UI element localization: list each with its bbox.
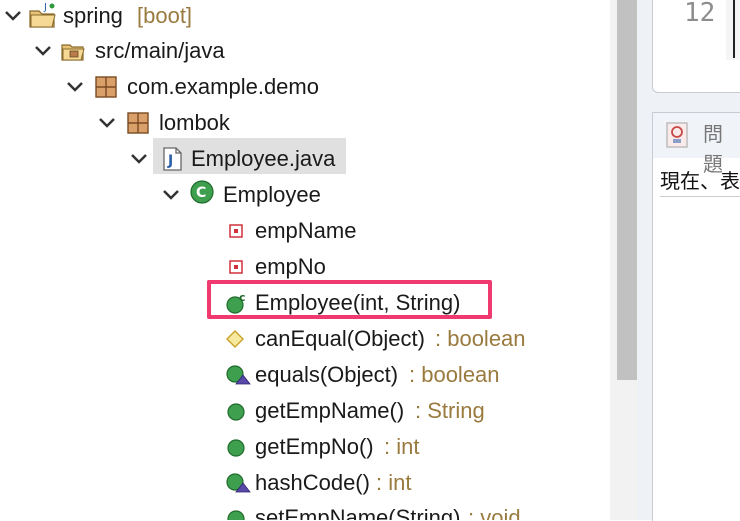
method-return-type: : int <box>384 434 420 459</box>
java-file-icon: J <box>163 147 182 171</box>
class-icon: C <box>190 180 214 204</box>
method-return-type: : String <box>415 398 485 423</box>
method-return-type: : void <box>468 505 521 520</box>
tree-item-method[interactable]: setEmpName(String) : void <box>0 500 610 520</box>
package-icon <box>95 76 117 98</box>
java-file-label: Employee.java <box>191 146 336 171</box>
method-label: equals(Object) <box>255 362 399 387</box>
method-return-type: : boolean <box>435 326 526 351</box>
method-label: getEmpName() <box>255 398 405 423</box>
constructor-highlight-box <box>207 280 492 319</box>
package-icon <box>127 112 149 134</box>
project-name: spring <box>63 3 123 28</box>
public-method-icon <box>227 510 245 520</box>
chevron-down-icon[interactable] <box>64 69 86 105</box>
tree-item-method[interactable]: getEmpNo() : int <box>0 429 610 465</box>
project-meta: [boot] <box>137 3 193 28</box>
package-label: lombok <box>159 110 230 135</box>
chevron-down-icon[interactable] <box>2 0 24 34</box>
method-label: canEqual(Object) <box>255 326 425 351</box>
chevron-down-icon[interactable] <box>32 33 54 69</box>
private-field-icon <box>229 224 243 238</box>
protected-method-icon <box>226 330 244 348</box>
chevron-down-icon[interactable] <box>160 177 182 213</box>
tree-item-project[interactable]: J spring [boot] <box>0 0 610 34</box>
class-label: Employee <box>223 182 321 207</box>
source-folder-label: src/main/java <box>95 38 225 63</box>
java-project-icon: J <box>29 2 56 28</box>
tree-item-class[interactable]: C Employee <box>0 177 610 213</box>
tree-item-java-file[interactable]: J Employee.java <box>0 141 610 177</box>
package-label: com.example.demo <box>127 74 319 99</box>
problems-message: 現在、表 <box>660 166 740 197</box>
tree-item-package-lombok[interactable]: lombok <box>0 105 610 141</box>
svg-text:C: C <box>196 185 206 201</box>
method-label: hashCode() <box>255 470 370 495</box>
svg-text:J: J <box>43 2 47 13</box>
override-method-icon <box>226 473 251 493</box>
text-caret <box>733 0 735 58</box>
package-explorer-tree: J spring [boot] src/main/java com.exampl… <box>0 0 610 520</box>
field-label: empName <box>255 218 357 243</box>
tree-item-field[interactable]: empName <box>0 213 610 249</box>
source-folder-icon <box>61 44 85 61</box>
problems-icon <box>666 122 688 148</box>
tree-item-method[interactable]: canEqual(Object) : boolean <box>0 321 610 357</box>
tree-item-source-folder[interactable]: src/main/java <box>0 33 610 69</box>
tree-item-method[interactable]: equals(Object) : boolean <box>0 357 610 393</box>
method-return-type: : boolean <box>409 362 500 387</box>
method-label: setEmpName(String) <box>255 505 461 520</box>
private-field-icon <box>229 260 243 274</box>
tree-item-method[interactable]: hashCode() : int <box>0 465 610 501</box>
method-return-type: : int <box>376 470 412 495</box>
tree-item-method[interactable]: getEmpName() : String <box>0 393 610 429</box>
override-method-icon <box>226 365 251 385</box>
chevron-down-icon[interactable] <box>96 105 118 141</box>
line-number: 12 <box>684 0 716 28</box>
public-method-icon <box>227 403 245 421</box>
public-method-icon <box>227 439 245 457</box>
scrollbar-thumb[interactable] <box>617 0 637 380</box>
method-label: getEmpNo() <box>255 434 374 459</box>
chevron-down-icon[interactable] <box>128 141 150 177</box>
tree-item-package-demo[interactable]: com.example.demo <box>0 69 610 105</box>
svg-text:J: J <box>167 153 173 169</box>
